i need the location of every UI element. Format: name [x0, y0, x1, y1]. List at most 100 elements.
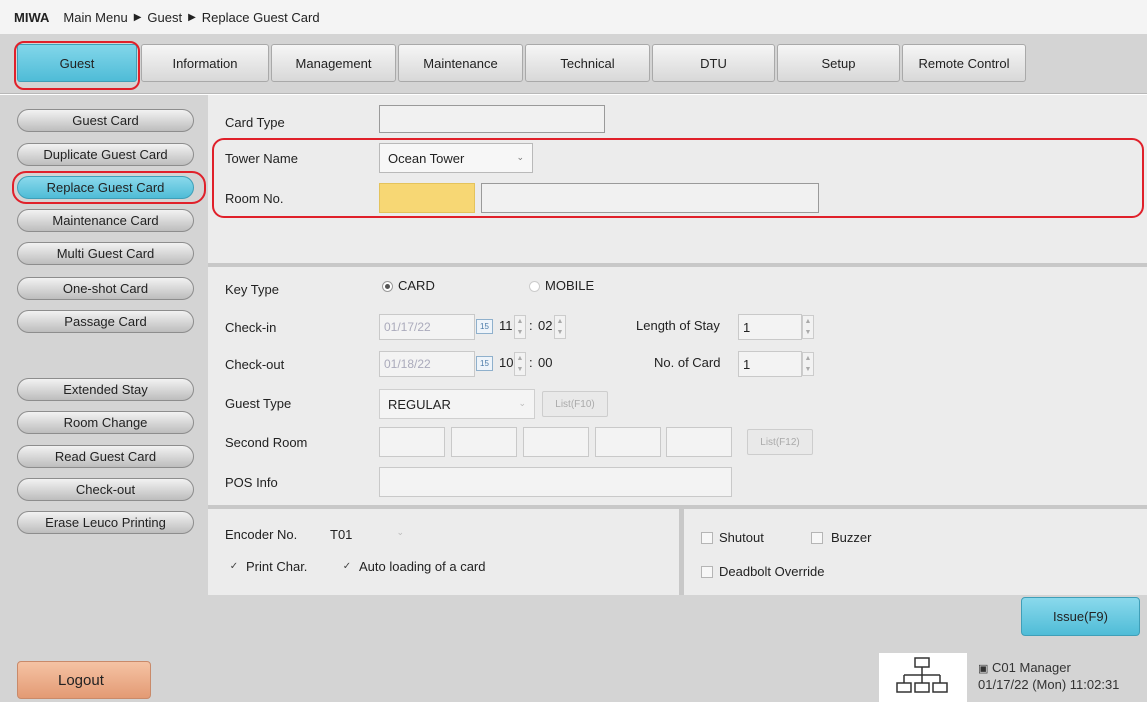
tab-remote-control[interactable]: Remote Control — [902, 44, 1026, 82]
chevron-down-icon: ⌄ — [516, 152, 524, 162]
buzzer-checkbox[interactable] — [811, 532, 823, 544]
deadbolt-override-label: Deadbolt Override — [719, 564, 825, 579]
sidebar-item-duplicate-guest-card[interactable]: Duplicate Guest Card — [17, 143, 194, 166]
buzzer-label: Buzzer — [831, 530, 872, 545]
breadcrumb-guest[interactable]: Guest — [147, 10, 182, 25]
calendar-icon[interactable]: 15 — [476, 319, 493, 334]
print-char-label: Print Char. — [246, 559, 308, 574]
breadcrumb-replace-guest-card: Replace Guest Card — [201, 9, 320, 25]
network-icon — [896, 657, 948, 693]
key-type-mobile-label: MOBILE — [545, 278, 595, 293]
checkin-date-field[interactable]: 01/17/22 — [379, 314, 475, 340]
sidebar-item-erase-leuco-printing[interactable]: Erase Leuco Printing — [17, 511, 194, 534]
encoder-no-select[interactable]: T01 ⌄ — [328, 519, 420, 549]
key-type-card-label: CARD — [398, 278, 435, 293]
guest-type-select[interactable]: REGULAR ⌄ — [379, 389, 535, 419]
shutout-checkbox[interactable] — [701, 532, 713, 544]
sidebar-item-room-change[interactable]: Room Change — [17, 411, 194, 434]
guest-type-list-button[interactable]: List(F10) — [542, 391, 608, 417]
second-room-field-1[interactable] — [379, 427, 445, 457]
second-room-field-5[interactable] — [666, 427, 732, 457]
checkout-hour-spinner-icon[interactable]: ▲ ▼ — [514, 352, 526, 376]
key-type-card-radio[interactable] — [382, 281, 393, 292]
checkin-minute[interactable]: 02 — [538, 318, 552, 333]
key-type-label: Key Type — [225, 282, 279, 297]
card-section: Card Type Tower Name Ocean Tower ⌄ Room … — [208, 95, 1147, 263]
room-no-label: Room No. — [225, 191, 284, 206]
room-no-input[interactable] — [379, 183, 475, 213]
tab-information[interactable]: Information — [141, 44, 269, 82]
second-room-label: Second Room — [225, 435, 308, 450]
checkin-label: Check-in — [225, 320, 277, 335]
auto-loading-label: Auto loading of a card — [359, 559, 486, 574]
breadcrumb-arrow-icon: ▶ — [188, 11, 196, 23]
tab-setup[interactable]: Setup — [777, 44, 900, 82]
checkin-hour[interactable]: 11 — [499, 318, 513, 333]
length-of-stay-field[interactable]: 1 — [738, 314, 802, 340]
guest-type-value: REGULAR — [388, 396, 451, 412]
tab-management[interactable]: Management — [271, 44, 396, 82]
sidebar-item-maintenance-card[interactable]: Maintenance Card — [17, 209, 194, 232]
sidebar-item-check-out[interactable]: Check-out — [17, 478, 194, 501]
tab-maintenance[interactable]: Maintenance — [398, 44, 523, 82]
sidebar-item-replace-guest-card[interactable]: Replace Guest Card — [17, 176, 194, 199]
top-nav: Guest Information Management Maintenance… — [0, 34, 1147, 94]
checkout-minute[interactable]: 00 — [538, 355, 552, 370]
tab-dtu[interactable]: DTU — [652, 44, 775, 82]
sidebar-item-guest-card[interactable]: Guest Card — [17, 109, 194, 132]
second-room-field-4[interactable] — [595, 427, 661, 457]
key-type-mobile-radio[interactable] — [529, 281, 540, 292]
card-type-field — [379, 105, 605, 133]
checkout-hour[interactable]: 10 — [499, 355, 513, 370]
calendar-icon[interactable]: 15 — [476, 356, 493, 371]
no-of-card-label: No. of Card — [654, 355, 721, 370]
checkin-minute-spinner-icon[interactable]: ▲ ▼ — [554, 315, 566, 339]
options-section: Shutout Buzzer Deadbolt Override — [684, 509, 1147, 595]
breadcrumb: MIWA Main Menu ▶ Guest ▶ Replace Guest C… — [0, 0, 1147, 34]
encoder-no-value: T01 — [330, 526, 353, 542]
status-info: ▣ C01 Manager 01/17/22 (Mon) 11:02:31 — [978, 660, 1119, 693]
time-separator: : — [529, 318, 533, 333]
sidebar-item-multi-guest-card[interactable]: Multi Guest Card — [17, 242, 194, 265]
sidebar: Guest Card Duplicate Guest Card Replace … — [0, 95, 208, 646]
no-of-card-field[interactable]: 1 — [738, 351, 802, 377]
encoder-no-label: Encoder No. — [225, 527, 298, 542]
checkout-label: Check-out — [225, 357, 285, 372]
second-room-field-3[interactable] — [523, 427, 589, 457]
sidebar-item-one-shot-card[interactable]: One-shot Card — [17, 277, 194, 300]
time-separator: : — [529, 355, 533, 370]
chevron-down-icon: ⌄ — [518, 398, 526, 408]
sidebar-item-passage-card[interactable]: Passage Card — [17, 310, 194, 333]
breadcrumb-arrow-icon: ▶ — [133, 11, 142, 23]
tower-name-value: Ocean Tower — [388, 150, 465, 166]
checkout-date-field[interactable]: 01/18/22 — [379, 351, 475, 377]
length-of-stay-spinner-icon[interactable]: ▲ ▼ — [802, 315, 814, 339]
checkin-hour-spinner-icon[interactable]: ▲ ▼ — [514, 315, 526, 339]
print-char-checkbox[interactable]: ✓ — [228, 561, 240, 573]
app-brand: MIWA — [14, 9, 50, 25]
encoder-section: Encoder No. T01 ⌄ ✓ Print Char. ✓ Auto l… — [208, 509, 679, 595]
pos-info-field[interactable] — [379, 467, 732, 497]
deadbolt-override-checkbox[interactable] — [701, 566, 713, 578]
tab-guest[interactable]: Guest — [17, 44, 137, 82]
current-datetime: 01/17/22 (Mon) 11:02:31 — [978, 677, 1120, 692]
sidebar-item-extended-stay[interactable]: Extended Stay — [17, 378, 194, 401]
terminal-user: C01 Manager — [992, 660, 1071, 675]
card-type-label: Card Type — [225, 115, 285, 130]
tab-technical[interactable]: Technical — [525, 44, 650, 82]
length-of-stay-label: Length of Stay — [636, 318, 720, 333]
auto-loading-checkbox[interactable]: ✓ — [341, 561, 353, 573]
breadcrumb-main-menu[interactable]: Main Menu — [63, 10, 127, 25]
logout-button[interactable]: Logout — [17, 661, 151, 699]
issue-button[interactable]: Issue(F9) — [1021, 597, 1140, 636]
pos-info-label: POS Info — [225, 475, 278, 490]
second-room-field-2[interactable] — [451, 427, 517, 457]
key-section: Key Type CARD MOBILE Check-in 01/17/22 1… — [208, 267, 1147, 505]
no-of-card-spinner-icon[interactable]: ▲ ▼ — [802, 352, 814, 376]
second-room-list-button[interactable]: List(F12) — [747, 429, 813, 455]
terminal-icon: ▣ — [978, 663, 989, 675]
sidebar-item-read-guest-card[interactable]: Read Guest Card — [17, 445, 194, 468]
tower-name-select[interactable]: Ocean Tower ⌄ — [379, 143, 533, 173]
shutout-label: Shutout — [719, 530, 764, 545]
footer: Logout ▣ C01 Manager 01/17/22 (Mon) 11:0… — [0, 646, 1147, 702]
